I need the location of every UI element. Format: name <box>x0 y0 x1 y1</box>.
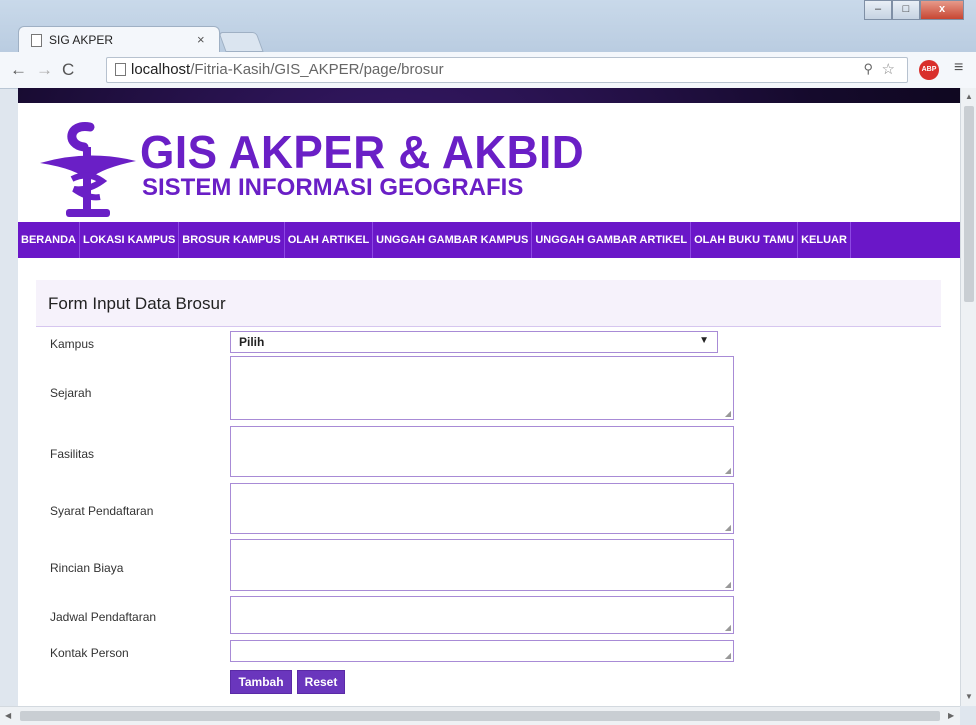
form-header: Form Input Data Brosur <box>36 280 941 327</box>
site-subtitle: SISTEM INFORMASI GEOGRAFIS <box>142 174 524 201</box>
browser-tab[interactable]: SIG AKPER × <box>18 26 220 53</box>
kampus-label: Kampus <box>50 337 95 351</box>
adblock-icon[interactable]: ABP <box>919 60 939 80</box>
resize-grip-icon: ◢ <box>724 651 731 660</box>
reset-button[interactable]: Reset <box>297 670 345 694</box>
scroll-down-icon[interactable]: ▼ <box>965 692 973 701</box>
page-icon <box>115 63 126 76</box>
back-icon[interactable]: ← <box>10 60 27 80</box>
sejarah-textarea[interactable]: ◢ <box>230 356 734 420</box>
nav-item-unggah-gambar-kampus[interactable]: UNGGAH GAMBAR KAMPUS <box>373 222 533 258</box>
nav-item-beranda[interactable]: BERANDA <box>18 222 80 258</box>
site-title: GIS AKPER & AKBID <box>140 126 585 178</box>
page-icon <box>31 34 42 47</box>
resize-grip-icon: ◢ <box>724 623 731 632</box>
menu-icon[interactable]: ≡ <box>954 59 963 77</box>
main-nav: BERANDA LOKASI KAMPUS BROSUR KAMPUS OLAH… <box>18 222 960 258</box>
kontak-person-label: Kontak Person <box>50 646 129 660</box>
nav-item-unggah-gambar-artikel[interactable]: UNGGAH GAMBAR ARTIKEL <box>532 222 692 258</box>
resize-grip-icon: ◢ <box>724 580 731 589</box>
rincian-biaya-label: Rincian Biaya <box>50 561 124 575</box>
jadwal-pendaftaran-label: Jadwal Pendaftaran <box>50 610 157 624</box>
nav-item-olah-artikel[interactable]: OLAH ARTIKEL <box>285 222 374 258</box>
window-titlebar: SIG AKPER × – □ x <box>0 0 976 60</box>
forward-icon[interactable]: → <box>36 60 53 80</box>
jadwal-pendaftaran-textarea[interactable]: ◢ <box>230 596 734 634</box>
chevron-down-icon: ▼ <box>699 335 709 346</box>
page-content: GIS AKPER & AKBID SISTEM INFORMASI GEOGR… <box>18 103 960 706</box>
resize-grip-icon: ◢ <box>724 466 731 475</box>
url-text: localhost/Fitria-Kasih/GIS_AKPER/page/br… <box>131 61 444 78</box>
maximize-button[interactable]: □ <box>892 0 920 20</box>
fasilitas-label: Fasilitas <box>50 447 95 461</box>
vertical-scrollbar[interactable]: ▲ ▼ <box>960 88 976 706</box>
bookmark-star-icon[interactable]: ☆ <box>882 60 895 78</box>
resize-grip-icon: ◢ <box>724 523 731 532</box>
brosur-form: Form Input Data Brosur Kampus Pilih ▼ Se… <box>18 280 960 706</box>
nav-item-brosur-kampus[interactable]: BROSUR KAMPUS <box>179 222 285 258</box>
close-tab-icon[interactable]: × <box>197 32 205 47</box>
resize-grip-icon: ◢ <box>724 409 731 418</box>
syarat-pendaftaran-textarea[interactable]: ◢ <box>230 483 734 534</box>
nav-item-olah-buku-tamu[interactable]: OLAH BUKU TAMU <box>691 222 799 258</box>
kampus-select-value: Pilih <box>239 335 265 349</box>
page-viewport: GIS AKPER & AKBID SISTEM INFORMASI GEOGR… <box>18 88 960 706</box>
reload-icon[interactable]: C <box>62 60 74 80</box>
vertical-scroll-thumb[interactable] <box>964 106 974 302</box>
tab-title: SIG AKPER <box>49 33 114 47</box>
kampus-select[interactable]: Pilih ▼ <box>230 331 718 353</box>
caduceus-logo-icon <box>40 122 136 217</box>
fasilitas-textarea[interactable]: ◢ <box>230 426 734 477</box>
close-window-button[interactable]: x <box>920 0 964 20</box>
kontak-person-textarea[interactable]: ◢ <box>230 640 734 662</box>
horizontal-scroll-thumb[interactable] <box>20 711 940 721</box>
scroll-left-icon[interactable]: ◀ <box>5 711 11 720</box>
nav-item-keluar[interactable]: KELUAR <box>798 222 851 258</box>
nav-item-lokasi-kampus[interactable]: LOKASI KAMPUS <box>80 222 180 258</box>
rincian-biaya-textarea[interactable]: ◢ <box>230 539 734 591</box>
form-title: Form Input Data Brosur <box>48 294 226 313</box>
syarat-pendaftaran-label: Syarat Pendaftaran <box>50 504 154 518</box>
window-controls: – □ x <box>864 0 964 20</box>
horizontal-scrollbar[interactable]: ◀ ▶ <box>0 706 960 725</box>
tambah-button[interactable]: Tambah <box>230 670 292 694</box>
minimize-button[interactable]: – <box>864 0 892 20</box>
site-header: GIS AKPER & AKBID SISTEM INFORMASI GEOGR… <box>18 103 960 222</box>
sejarah-label: Sejarah <box>50 386 92 400</box>
scroll-right-icon[interactable]: ▶ <box>948 711 954 720</box>
new-tab-button[interactable] <box>218 32 264 52</box>
scroll-up-icon[interactable]: ▲ <box>965 92 973 101</box>
browser-toolbar: ← → C localhost/Fitria-Kasih/GIS_AKPER/p… <box>0 52 976 89</box>
address-bar[interactable]: localhost/Fitria-Kasih/GIS_AKPER/page/br… <box>106 57 908 83</box>
zoom-icon[interactable]: ⚲ <box>863 61 873 77</box>
